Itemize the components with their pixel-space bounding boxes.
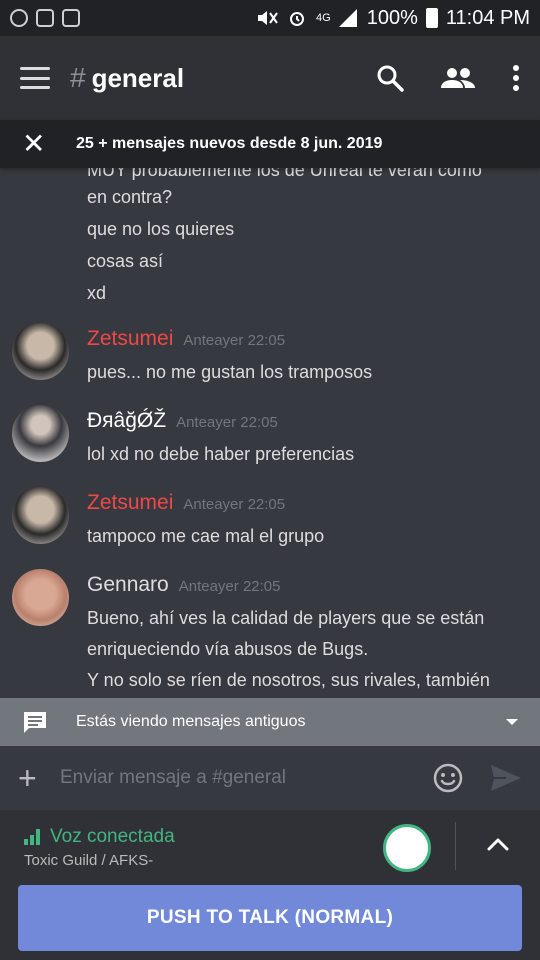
message-text: Bueno, ahí ves la calidad de players que… <box>87 608 485 628</box>
author-line: Zetsumei Anteayer 22:05 <box>87 327 285 351</box>
image-icon <box>36 9 54 27</box>
discord-icon <box>62 9 80 27</box>
voice-user-avatar[interactable] <box>383 824 431 872</box>
message-line: en contra? <box>87 187 173 207</box>
avatar[interactable] <box>12 405 69 462</box>
status-bar: 4G 100% 11:04 PM <box>0 0 540 36</box>
mute-icon <box>258 11 278 25</box>
add-attachment-icon[interactable]: + <box>18 760 46 797</box>
author-line: Zetsumei Anteayer 22:05 <box>87 491 285 515</box>
search-icon[interactable] <box>376 64 404 92</box>
chevron-up-icon[interactable] <box>486 836 510 852</box>
alarm-icon <box>290 12 305 26</box>
message-text: Y no solo se ríen de nosotros, sus rival… <box>87 670 490 690</box>
channel-hash: # <box>70 62 86 93</box>
clock: 11:04 PM <box>445 6 530 29</box>
new-messages-bar[interactable]: ✕ 25 + mensajes nuevos desde 8 jun. 2019 <box>0 120 540 168</box>
author-name[interactable]: ĐяâğǾŽ <box>87 409 166 432</box>
message-line: xd <box>87 283 107 303</box>
timestamp: Anteayer 22:05 <box>183 496 286 513</box>
voice-panel: Voz conectada Toxic Guild / AFKS- PUSH T… <box>0 810 540 960</box>
old-messages-bar[interactable]: Estás viendo mensajes antiguos <box>0 698 540 746</box>
avatar[interactable] <box>12 569 69 626</box>
timestamp: Anteayer 22:05 <box>178 578 281 595</box>
channel-name: general <box>91 62 185 93</box>
push-to-talk-button[interactable]: PUSH TO TALK (NORMAL) <box>18 885 522 951</box>
message-text: pues... no me gustan los tramposos <box>87 362 373 382</box>
menu-icon[interactable] <box>20 67 50 89</box>
send-icon[interactable] <box>490 764 522 792</box>
author-line: ĐяâğǾŽ Anteayer 22:05 <box>87 409 278 433</box>
voice-status: Voz conectada <box>24 826 175 848</box>
voice-channel[interactable]: Toxic Guild / AFKS- <box>24 852 153 869</box>
voice-status-text: Voz conectada <box>50 826 175 847</box>
close-icon[interactable]: ✕ <box>22 130 52 158</box>
message-input[interactable] <box>60 767 420 789</box>
channel-header: # general <box>0 36 540 120</box>
chat-icon <box>24 712 46 733</box>
network-type: 4G <box>316 11 331 24</box>
avatar[interactable] <box>12 487 69 544</box>
more-icon[interactable] <box>512 65 520 91</box>
new-messages-text: 25 + mensajes nuevos desde 8 jun. 2019 <box>76 135 383 152</box>
signal-strength-icon <box>24 829 40 845</box>
divider <box>455 822 456 870</box>
message-composer: + <box>0 746 540 810</box>
message-list[interactable]: MUY probablemente los de Unreal te verán… <box>0 168 540 698</box>
members-icon[interactable] <box>440 66 476 90</box>
message-text: tampoco me cae mal el grupo <box>87 526 325 546</box>
message-text: lol xd no debe haber preferencias <box>87 444 355 464</box>
message-line: que no los quieres <box>87 219 235 239</box>
chevron-down-icon[interactable] <box>506 719 518 725</box>
timestamp: Anteayer 22:05 <box>183 332 286 349</box>
author-name[interactable]: Zetsumei <box>87 327 173 350</box>
battery-icon <box>425 8 438 28</box>
avatar[interactable] <box>12 323 69 380</box>
signal-icon <box>338 9 357 27</box>
message-text: enriqueciendo vía abusos de Bugs. <box>87 639 369 659</box>
whatsapp-icon <box>10 9 28 27</box>
author-name[interactable]: Zetsumei <box>87 491 173 514</box>
old-messages-text: Estás viendo mensajes antiguos <box>76 713 306 730</box>
author-line: Gennaro Anteayer 22:05 <box>87 573 280 597</box>
author-name[interactable]: Gennaro <box>87 573 169 596</box>
emoji-icon[interactable] <box>432 762 464 794</box>
message-line: cosas así <box>87 251 164 271</box>
timestamp: Anteayer 22:05 <box>176 414 278 431</box>
battery-percent: 100% <box>366 6 418 29</box>
